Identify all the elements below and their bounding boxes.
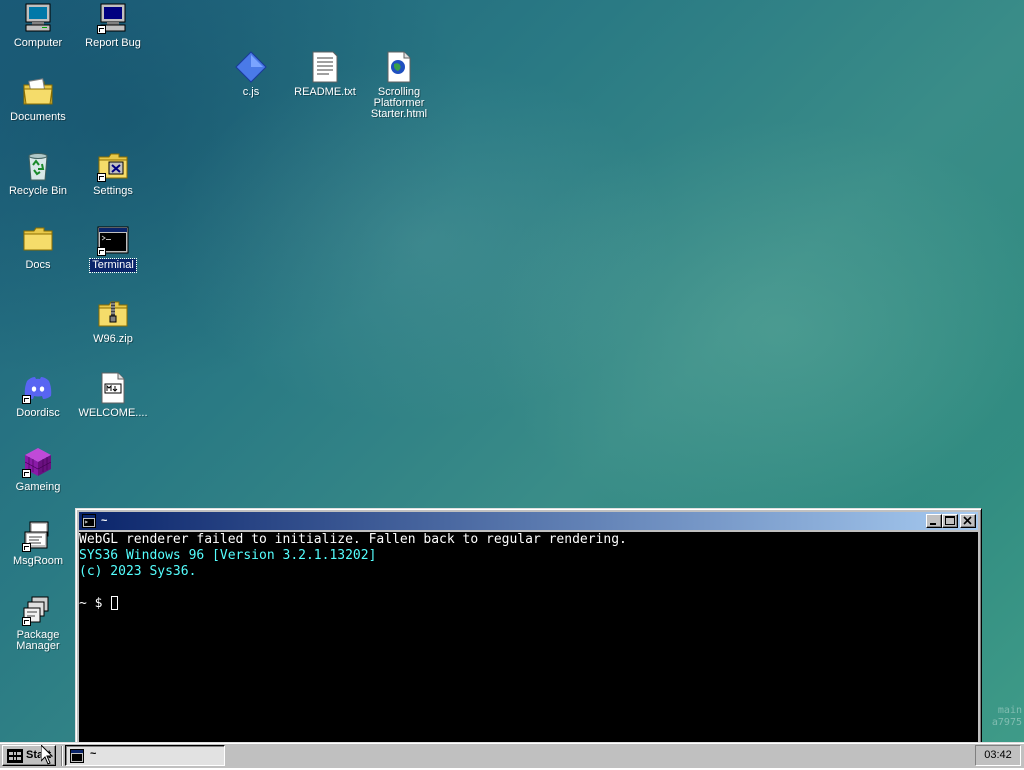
terminal-line: WebGL renderer failed to initialize. Fal… xyxy=(79,532,627,547)
desktop-icon-label: WELCOME.... xyxy=(78,407,148,419)
watermark-line: main xyxy=(997,705,1022,716)
terminal-output[interactable]: WebGL renderer failed to initialize. Fal… xyxy=(79,532,978,747)
desktop-icon-terminal[interactable]: Terminal xyxy=(76,224,150,273)
desktop-icon-welcome[interactable]: WELCOME.... xyxy=(76,372,150,420)
terminal-icon xyxy=(97,224,129,256)
desktop-icon-label: c.js xyxy=(242,86,260,98)
desktop-icon-label: Scrolling Platformer Starter.html xyxy=(370,86,428,120)
terminal-line: SYS36 Windows 96 [Version 3.2.1.13202] xyxy=(79,548,377,563)
shortcut-arrow-icon xyxy=(97,173,106,182)
terminal-prompt: ~ $ xyxy=(79,596,111,611)
windows-logo-icon xyxy=(7,749,23,763)
folder-icon xyxy=(22,224,54,256)
js-file-icon xyxy=(235,51,267,83)
desktop-icon-label: Package Manager xyxy=(16,629,60,652)
settings-folder-icon xyxy=(97,150,129,182)
maximize-button[interactable] xyxy=(942,514,958,528)
computer-icon xyxy=(22,2,54,34)
minimize-button[interactable] xyxy=(926,514,942,528)
package-manager-icon xyxy=(22,594,54,626)
desktop-icon-settings[interactable]: Settings xyxy=(76,150,150,198)
shortcut-arrow-icon xyxy=(97,25,106,34)
report-bug-icon xyxy=(97,2,129,34)
desktop-icon-label: MsgRoom xyxy=(12,555,64,567)
msgroom-icon xyxy=(22,520,54,552)
desktop-icon-label: Docs xyxy=(25,259,51,271)
desktop-icon-report-bug[interactable]: Report Bug xyxy=(76,2,150,50)
desktop-icon-doordisc[interactable]: Doordisc xyxy=(1,372,75,420)
desktop-icon-label: Documents xyxy=(10,111,66,123)
desktop-icon-w96-zip[interactable]: W96.zip xyxy=(76,298,150,346)
close-button[interactable] xyxy=(960,514,976,528)
system-clock[interactable]: 03:42 xyxy=(975,745,1021,766)
desktop-icon-label: Terminal xyxy=(89,258,137,273)
terminal-window[interactable]: ~ WebGL renderer failed to initialize. F… xyxy=(75,508,982,748)
desktop-icon-recycle-bin[interactable]: Recycle Bin xyxy=(1,150,75,198)
text-file-icon xyxy=(309,51,341,83)
close-icon xyxy=(963,516,972,525)
taskbar: Start ~ 03:42 xyxy=(0,742,1024,768)
text-cursor xyxy=(111,596,119,610)
build-watermark: main a7975 xyxy=(992,705,1022,729)
minimize-icon xyxy=(930,523,936,525)
taskbar-item-terminal[interactable]: ~ xyxy=(65,745,225,766)
html-file-icon xyxy=(383,51,415,83)
taskbar-separator xyxy=(61,746,63,766)
recycle-bin-icon xyxy=(22,150,54,182)
terminal-prompt-line[interactable]: ~ $ xyxy=(79,596,978,612)
desktop-icon-package-manager[interactable]: Package Manager xyxy=(1,594,75,653)
desktop-icon-documents[interactable]: Documents xyxy=(1,76,75,124)
shortcut-arrow-icon xyxy=(22,395,31,404)
desktop-icon-readme[interactable]: README.txt xyxy=(288,51,362,99)
window-title: ~ xyxy=(101,515,108,527)
shortcut-arrow-icon xyxy=(22,469,31,478)
desktop-icon-computer[interactable]: Computer xyxy=(1,2,75,50)
shortcut-arrow-icon xyxy=(22,543,31,552)
discord-icon xyxy=(22,372,54,404)
folder-documents-icon xyxy=(22,76,54,108)
desktop-icon-scrolling-platformer[interactable]: Scrolling Platformer Starter.html xyxy=(362,51,436,121)
watermark-line: a7975 xyxy=(991,717,1022,728)
desktop-icon-c-js[interactable]: c.js xyxy=(214,51,288,99)
desktop-icon-label: Doordisc xyxy=(16,407,60,419)
desktop-icon-label: Gameing xyxy=(15,481,61,493)
game-cube-icon xyxy=(22,446,54,478)
desktop-icon-label: README.txt xyxy=(294,86,356,98)
desktop-icon-gameing[interactable]: Gameing xyxy=(1,446,75,494)
mouse-cursor-icon xyxy=(41,745,53,765)
desktop-icon-docs[interactable]: Docs xyxy=(1,224,75,272)
markdown-file-icon xyxy=(97,372,129,404)
terminal-task-icon xyxy=(70,749,84,763)
taskbar-item-label: ~ xyxy=(90,748,97,760)
desktop-icon-label: Report Bug xyxy=(85,37,141,49)
zip-folder-icon xyxy=(97,298,129,330)
terminal-line: (c) 2023 Sys36. xyxy=(79,564,197,579)
shortcut-arrow-icon xyxy=(97,247,106,256)
terminal-window-icon[interactable] xyxy=(82,514,96,528)
desktop-icon-label: Recycle Bin xyxy=(8,185,68,197)
terminal-titlebar[interactable]: ~ xyxy=(79,512,978,530)
desktop-icon-label: Computer xyxy=(13,37,63,49)
desktop-icon-msgroom[interactable]: MsgRoom xyxy=(1,520,75,568)
maximize-icon xyxy=(945,516,955,525)
desktop-icon-label: Settings xyxy=(93,185,133,197)
desktop-icon-label: W96.zip xyxy=(93,333,133,345)
shortcut-arrow-icon xyxy=(22,617,31,626)
